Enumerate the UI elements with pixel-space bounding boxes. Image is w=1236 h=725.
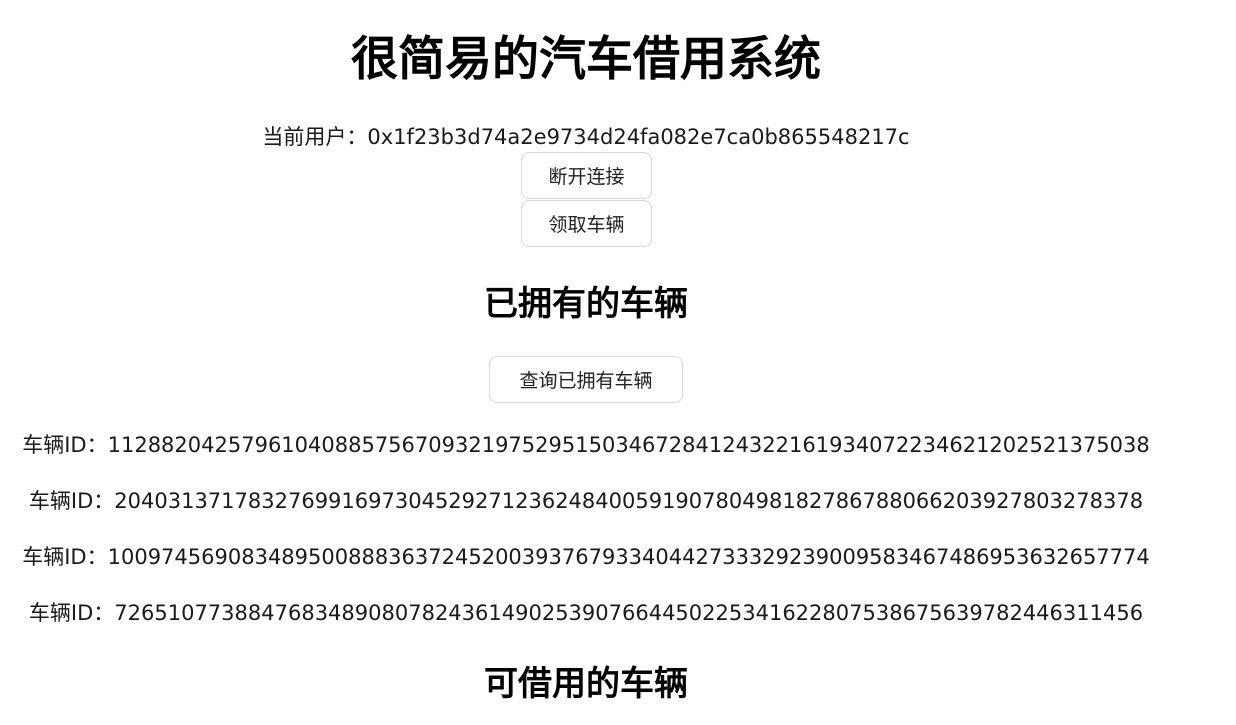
current-user: 当前用户：0x1f23b3d74a2e9734d24fa082e7ca0b865… xyxy=(0,122,1172,152)
vehicle-id-value: 1128820425796104088575670932197529515034… xyxy=(107,433,1150,457)
current-user-address: 0x1f23b3d74a2e9734d24fa082e7ca0b86554821… xyxy=(367,125,910,149)
disconnect-button[interactable]: 断开连接 xyxy=(521,152,652,199)
vehicle-id-label: 车辆ID： xyxy=(22,433,108,457)
vehicle-id-value: 7265107738847683489080782436149025390766… xyxy=(114,601,1144,625)
claim-vehicle-button[interactable]: 领取车辆 xyxy=(521,200,652,247)
page: 很简易的汽车借用系统 当前用户：0x1f23b3d74a2e9734d24fa0… xyxy=(0,0,1236,725)
owned-vehicles-heading: 已拥有的车辆 xyxy=(484,284,688,324)
page-title: 很简易的汽车借用系统 xyxy=(351,32,821,87)
vehicle-id-label: 车辆ID： xyxy=(28,601,115,625)
vehicle-id-value: 2040313717832769916973045292712362484005… xyxy=(114,489,1144,513)
vehicle-id-value: 1009745690834895008883637245200393767933… xyxy=(107,545,1150,569)
vehicle-row: 车辆ID：72651077388476834890807824361490253… xyxy=(0,598,1172,628)
vehicle-row: 车辆ID：10097456908348950088836372452003937… xyxy=(0,542,1172,572)
vehicle-row: 车辆ID：11288204257961040885756709321975295… xyxy=(0,430,1172,460)
vehicle-id-label: 车辆ID： xyxy=(22,545,108,569)
borrowable-vehicles-heading: 可借用的车辆 xyxy=(484,664,688,704)
vehicle-row: 车辆ID：20403137178327699169730452927123624… xyxy=(0,486,1172,516)
vehicle-id-label: 车辆ID： xyxy=(28,489,115,513)
current-user-label: 当前用户： xyxy=(262,125,368,149)
query-owned-vehicles-button[interactable]: 查询已拥有车辆 xyxy=(489,356,683,403)
